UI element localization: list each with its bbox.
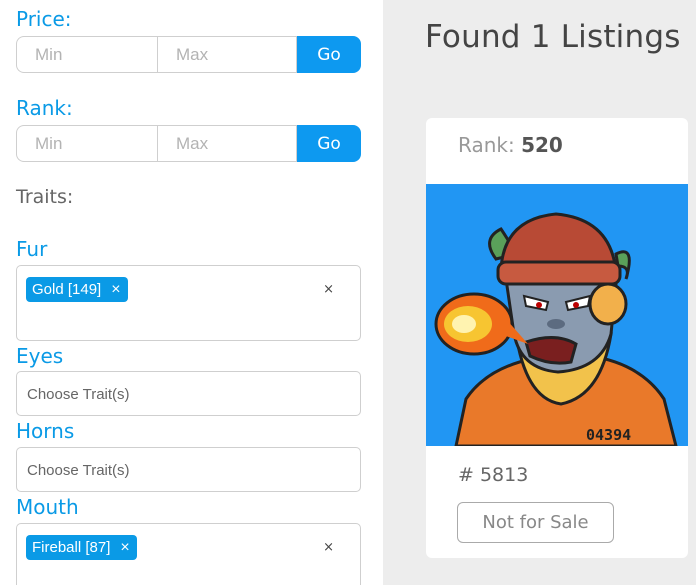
listing-card[interactable]: Rank: 520 04394 # 5813 Not for Sale (426, 118, 688, 558)
rank-go-button[interactable]: Go (297, 125, 361, 162)
traits-heading: Traits: (16, 186, 74, 208)
chip-remove-icon[interactable]: × (111, 281, 120, 298)
price-min-input[interactable] (16, 36, 157, 73)
rank-label: Rank: (458, 133, 515, 157)
prisoner-number: 04394 (586, 426, 631, 444)
price-max-input[interactable] (157, 36, 297, 73)
rank-heading: Rank: (16, 96, 73, 120)
price-range: Go (16, 36, 361, 73)
rank-range: Go (16, 125, 361, 162)
select-placeholder: Choose Trait(s) (27, 386, 130, 403)
trait-label-eyes: Eyes (16, 344, 64, 368)
chip-label: Gold [149] (32, 281, 102, 298)
clear-icon[interactable]: × (323, 540, 334, 555)
trait-label-fur: Fur (16, 237, 48, 261)
rank-value: 520 (521, 133, 563, 157)
trait-select-horns[interactable]: Choose Trait(s) (16, 447, 361, 492)
results-heading: Found 1 Listings (425, 19, 681, 55)
nft-image[interactable]: 04394 (426, 184, 688, 448)
price-heading: Price: (16, 7, 72, 31)
trait-select-fur[interactable]: Gold [149] × × (16, 265, 361, 341)
rank-max-input[interactable] (157, 125, 297, 162)
token-id: # 5813 (458, 464, 529, 486)
trait-label-horns: Horns (16, 419, 75, 443)
trait-chip: Fireball [87] × (26, 535, 137, 560)
trait-chip: Gold [149] × (26, 277, 128, 302)
select-placeholder: Choose Trait(s) (27, 462, 130, 479)
filter-panel: Price: Go Rank: Go Traits: Fur Gold [149… (0, 0, 383, 585)
rank-min-input[interactable] (16, 125, 157, 162)
trait-select-mouth[interactable]: Fireball [87] × × (16, 523, 361, 585)
card-rank: Rank: 520 (458, 133, 563, 157)
chip-remove-icon[interactable]: × (120, 539, 129, 556)
chip-label: Fireball [87] (32, 539, 111, 556)
ape-illustration: 04394 (426, 184, 688, 448)
clear-icon[interactable]: × (323, 282, 334, 297)
not-for-sale-button[interactable]: Not for Sale (457, 502, 614, 543)
trait-label-mouth: Mouth (16, 495, 79, 519)
price-go-button[interactable]: Go (297, 36, 361, 73)
trait-select-eyes[interactable]: Choose Trait(s) (16, 371, 361, 416)
